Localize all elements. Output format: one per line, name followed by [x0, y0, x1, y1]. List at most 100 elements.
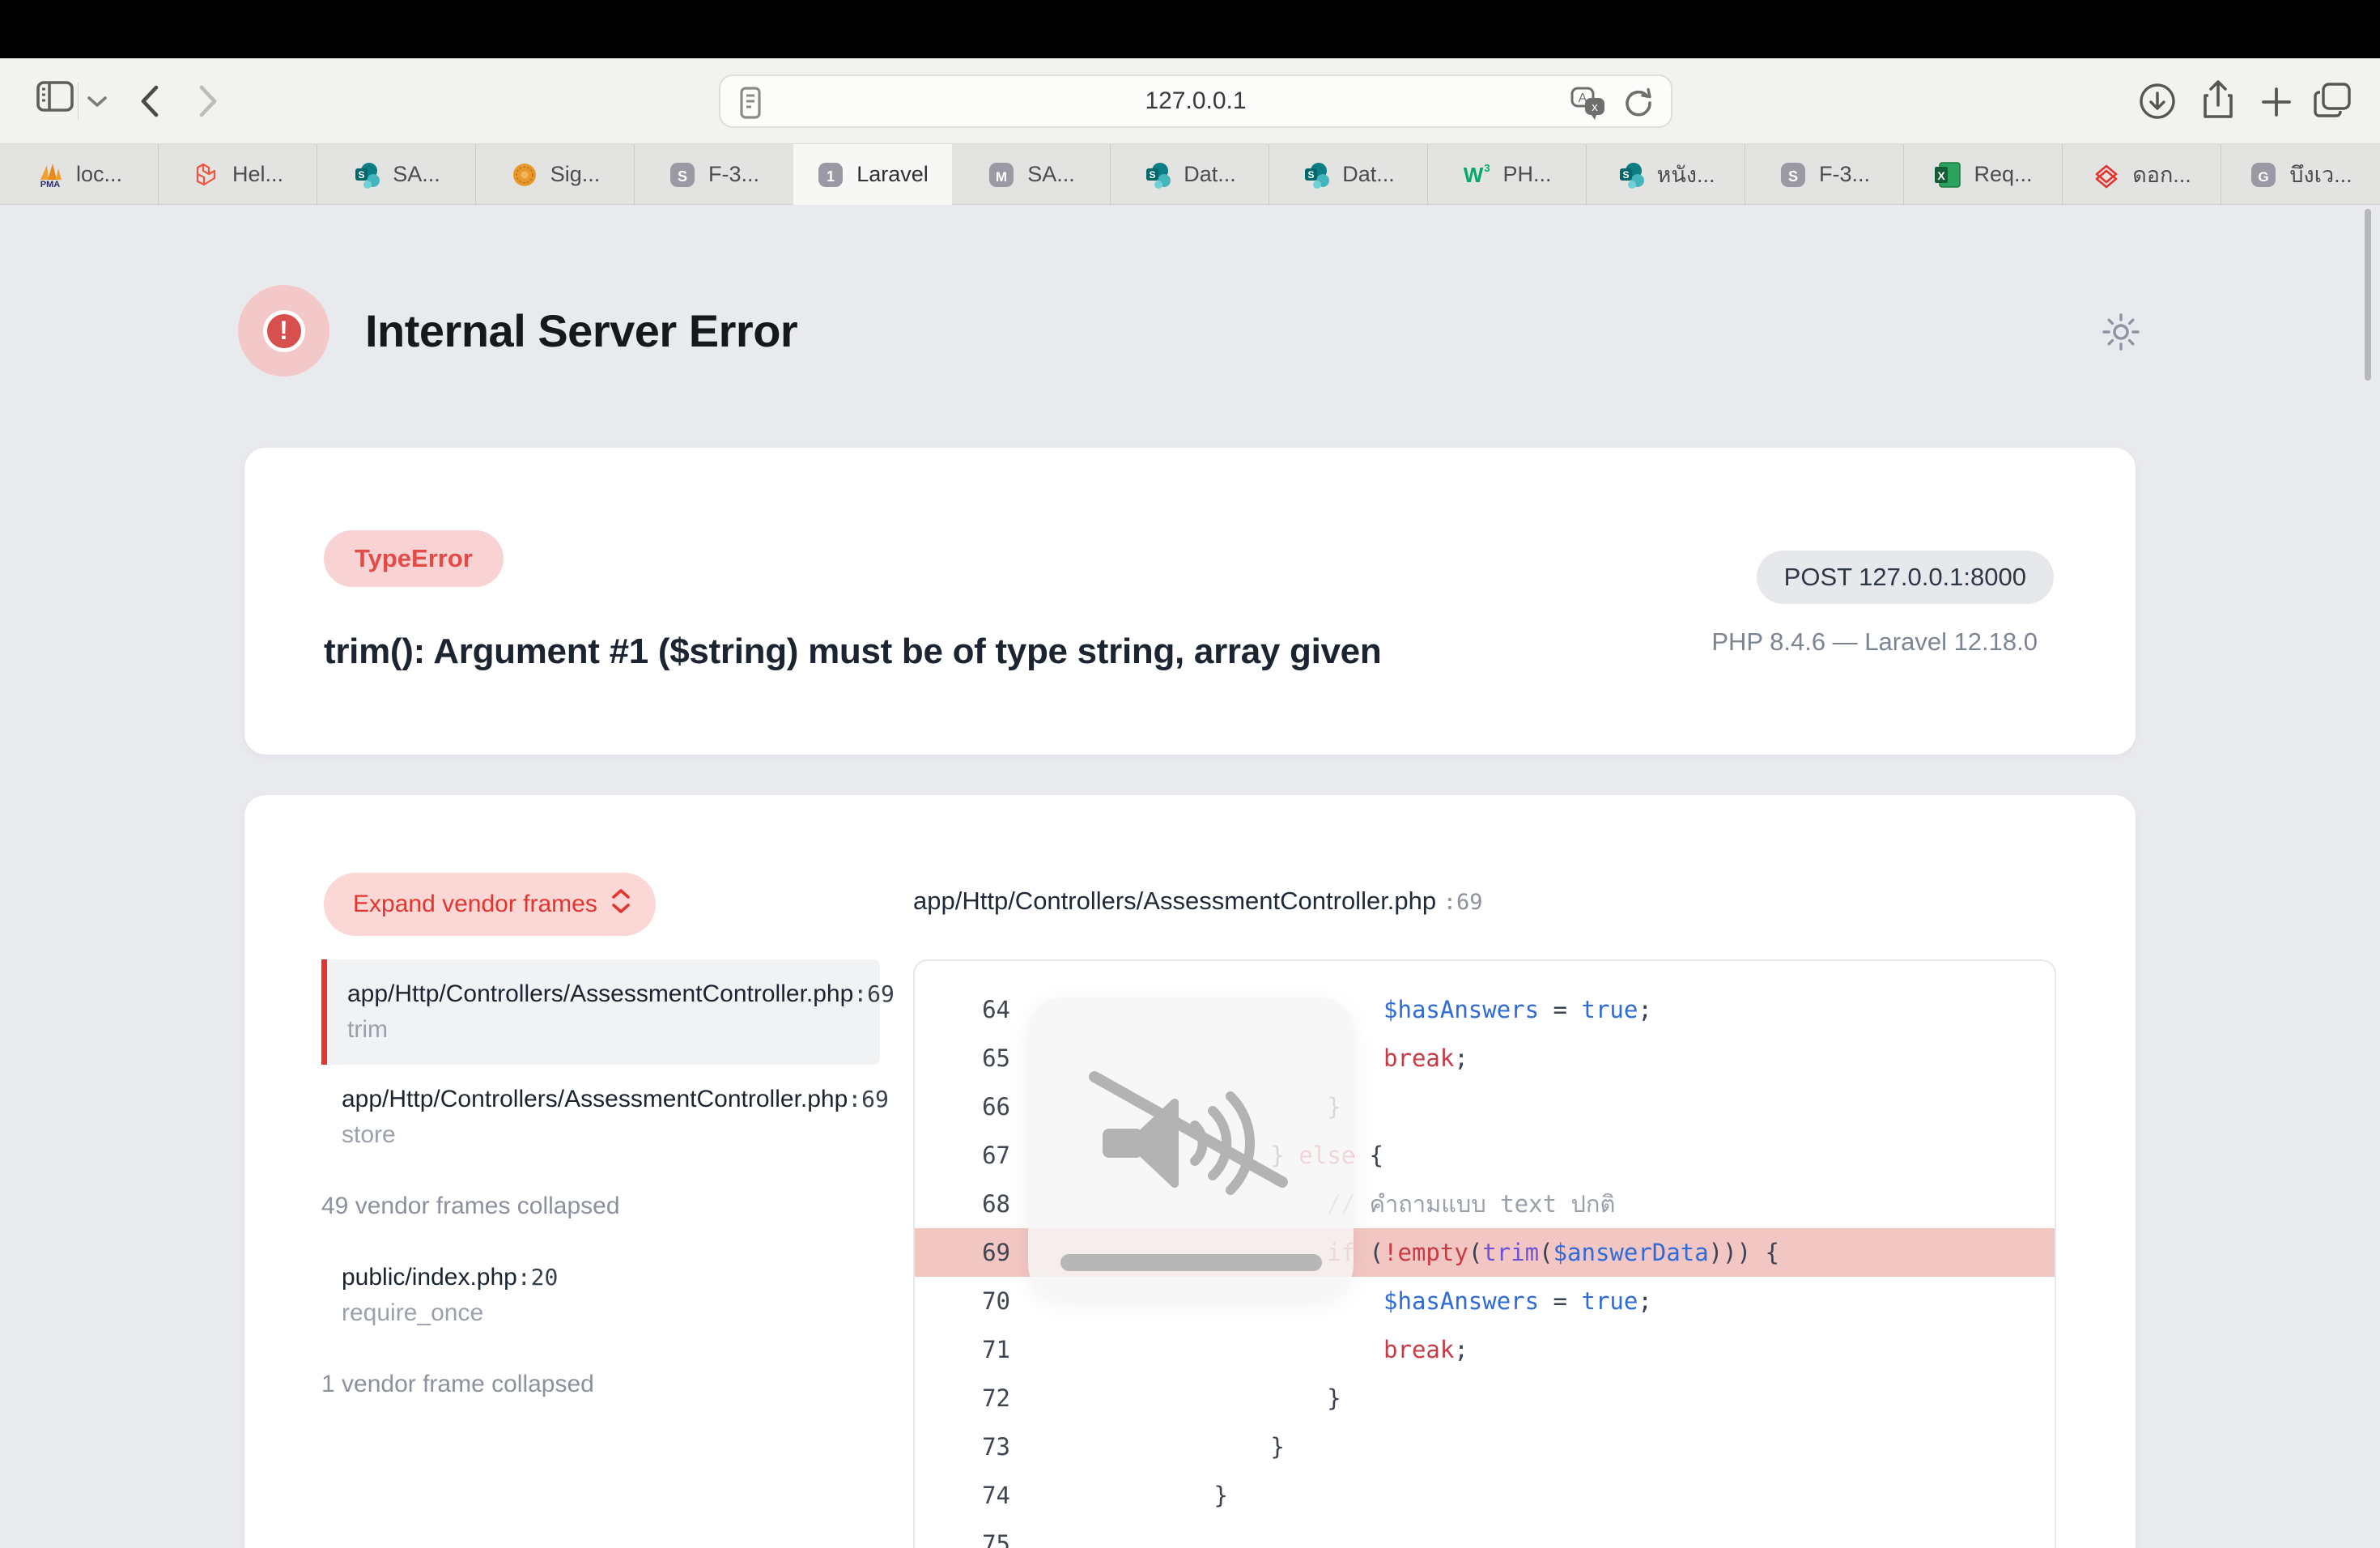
- gray-s-favicon: S: [668, 160, 697, 189]
- url-text: 127.0.0.1: [720, 87, 1671, 115]
- browser-tab-5[interactable]: S F-3...: [635, 144, 793, 205]
- tab-label: Req...: [1974, 162, 2032, 187]
- unfold-icon: [610, 887, 631, 921]
- line-number: 68: [915, 1190, 1010, 1218]
- tab-label: Hel...: [232, 162, 283, 187]
- reload-icon[interactable]: [1621, 85, 1656, 125]
- code-line-71: 71 break;: [915, 1325, 2055, 1374]
- code-file-header: app/Http/Controllers/AssessmentControlle…: [913, 887, 1483, 916]
- laravel-favicon: [192, 160, 221, 189]
- browser-tab-15[interactable]: G บึงเว...: [2221, 144, 2380, 205]
- tab-label: SA...: [393, 162, 440, 187]
- browser-toolbar: 127.0.0.1 Ax: [0, 58, 2380, 144]
- frame-file-path: app/Http/Controllers/AssessmentControlle…: [342, 1086, 880, 1113]
- w3-favicon: W3: [1462, 160, 1491, 189]
- browser-tab-9[interactable]: SDat...: [1269, 144, 1428, 205]
- theme-toggle-sun-icon[interactable]: [2102, 313, 2140, 351]
- svg-text:S: S: [1788, 168, 1798, 185]
- browser-tab-14[interactable]: ดอก...: [2063, 144, 2221, 205]
- line-source: }: [1010, 1482, 1228, 1509]
- tab-label: Laravel: [856, 162, 929, 187]
- gray-1-favicon: 1: [816, 160, 845, 189]
- tab-bar: PMA loc... Hel... S SA... Sig... S F-3... 1 Larav…: [0, 144, 2380, 205]
- browser-tab-12[interactable]: S F-3...: [1745, 144, 1904, 205]
- svg-text:S: S: [1622, 169, 1629, 181]
- browser-tab-6-active[interactable]: 1 Laravel: [793, 144, 952, 205]
- browser-tab-10[interactable]: W3PH...: [1428, 144, 1587, 205]
- browser-tab-4[interactable]: Sig...: [476, 144, 635, 205]
- browser-tab-11[interactable]: S หนัง...: [1587, 144, 1745, 205]
- share-icon[interactable]: [2197, 78, 2239, 123]
- address-bar[interactable]: 127.0.0.1 Ax: [719, 74, 1672, 128]
- code-line-75: 75: [915, 1520, 2055, 1548]
- sidebar-chevron-down-icon[interactable]: [86, 94, 108, 108]
- sharepoint-favicon: S: [352, 160, 381, 189]
- line-number: 74: [915, 1482, 1010, 1509]
- expand-vendor-frames-button[interactable]: Expand vendor frames: [324, 873, 656, 936]
- frame-method: store: [342, 1121, 880, 1149]
- gray-s-favicon: S: [1779, 160, 1808, 189]
- error-summary-card: TypeError trim(): Argument #1 ($string) …: [244, 448, 2136, 755]
- svg-text:3: 3: [1485, 162, 1490, 174]
- sidebar-toggle-icon[interactable]: [36, 79, 74, 113]
- translate-icon[interactable]: Ax: [1570, 85, 1608, 125]
- frame-file-path: app/Http/Controllers/AssessmentControlle…: [347, 980, 880, 1008]
- browser-tab-13[interactable]: X Req...: [1904, 144, 2063, 205]
- back-button[interactable]: [136, 83, 164, 120]
- svg-text:X: X: [1938, 169, 1946, 182]
- error-page: ! Internal Server Error TypeError trim()…: [0, 205, 2380, 1548]
- code-line-ref: :69: [1443, 890, 1483, 915]
- sharepoint-favicon: S: [1143, 160, 1172, 189]
- scrollbar-thumb[interactable]: [2365, 209, 2371, 381]
- browser-tab-7[interactable]: M SA...: [952, 144, 1111, 205]
- line-number: 67: [915, 1142, 1010, 1169]
- pma-favicon: PMA: [36, 160, 65, 189]
- line-source: }: [1010, 1384, 1341, 1412]
- browser-tab-8[interactable]: S Dat...: [1111, 144, 1269, 205]
- line-number: 73: [915, 1433, 1010, 1461]
- gray-g-favicon: G: [2249, 160, 2278, 189]
- stack-frame-selected[interactable]: app/Http/Controllers/AssessmentControlle…: [321, 959, 880, 1065]
- collapsed-vendor-frames[interactable]: 1 vendor frame collapsed: [321, 1348, 880, 1421]
- svg-text:1: 1: [827, 168, 835, 185]
- environment-versions: PHP 8.4.6 — Laravel 12.18.0: [1711, 627, 2038, 657]
- svg-text:G: G: [2259, 169, 2269, 185]
- forward-button[interactable]: [194, 83, 222, 120]
- new-tab-icon[interactable]: [2259, 84, 2294, 120]
- muted-speaker-icon: [1077, 1054, 1305, 1236]
- tab-label: หนัง...: [1657, 157, 1715, 192]
- svg-text:M: M: [996, 169, 1007, 185]
- line-source: }: [1010, 1433, 1285, 1461]
- browser-tab-1[interactable]: PMA loc...: [0, 144, 159, 205]
- line-number: 65: [915, 1044, 1010, 1072]
- downloads-icon[interactable]: [2137, 81, 2178, 121]
- tab-label: Dat...: [1184, 162, 1236, 187]
- browser-tab-3[interactable]: S SA...: [317, 144, 476, 205]
- excel-favicon: X: [1933, 160, 1962, 189]
- code-line-72: 72 }: [915, 1374, 2055, 1423]
- tab-overview-icon[interactable]: [2312, 79, 2356, 121]
- tab-label: SA...: [1027, 162, 1075, 187]
- tab-label: F-3...: [708, 162, 759, 187]
- sharepoint-favicon: S: [1617, 160, 1646, 189]
- frame-method: trim: [347, 1016, 880, 1044]
- browser-tab-2[interactable]: Hel...: [159, 144, 317, 205]
- exception-type-badge: TypeError: [324, 530, 504, 587]
- chevrons-red-favicon: [2092, 160, 2121, 189]
- tab-label: Sig...: [550, 162, 601, 187]
- svg-text:S: S: [1308, 169, 1315, 181]
- tab-label: F-3...: [1819, 162, 1870, 187]
- page-header: ! Internal Server Error: [238, 285, 797, 376]
- svg-text:S: S: [678, 168, 687, 185]
- exception-message: trim(): Argument #1 ($string) must be of…: [324, 632, 1381, 672]
- line-number: 69: [915, 1239, 1010, 1266]
- stack-frame[interactable]: app/Http/Controllers/AssessmentControlle…: [321, 1065, 880, 1170]
- line-number: 64: [915, 996, 1010, 1023]
- tab-label: บึงเว...: [2289, 157, 2352, 192]
- svg-text:W: W: [1464, 163, 1484, 187]
- line-number: 75: [915, 1530, 1010, 1548]
- collapsed-vendor-frames[interactable]: 49 vendor frames collapsed: [321, 1170, 880, 1243]
- frame-file-path: public/index.php:20: [342, 1264, 880, 1291]
- tab-label: loc...: [76, 162, 122, 187]
- stack-frame[interactable]: public/index.php:20require_once: [321, 1243, 880, 1348]
